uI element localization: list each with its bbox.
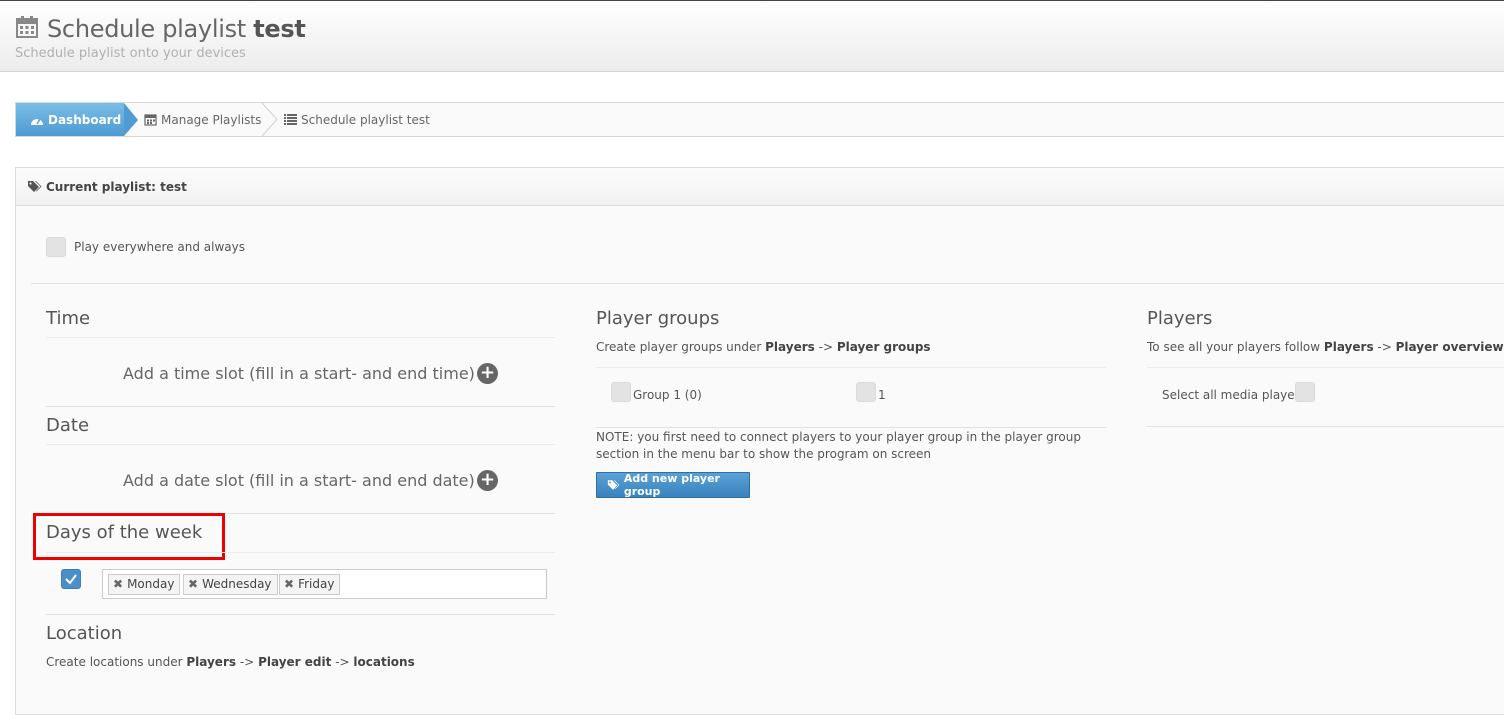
breadcrumb-schedule-playlist[interactable]: Schedule playlist test bbox=[284, 103, 430, 136]
days-select-input[interactable]: ✖ Monday ✖ Wednesday ✖ Friday bbox=[102, 569, 547, 599]
panel-header: Current playlist: test bbox=[16, 168, 1504, 206]
day-tag-label: Monday bbox=[127, 577, 175, 591]
select-all-players-checkbox[interactable] bbox=[1295, 382, 1315, 402]
page-header: Schedule playlist test Schedule playlist… bbox=[0, 0, 1504, 72]
players-desc-path: Player overview bbox=[1395, 340, 1504, 354]
days-checkbox[interactable] bbox=[61, 569, 81, 589]
divider bbox=[46, 337, 555, 338]
add-player-group-label: Add new player group bbox=[623, 472, 720, 498]
breadcrumb: Dashboard Manage Playlists Schedule play… bbox=[15, 102, 1504, 137]
add-time-slot-label: Add a time slot (fill in a start- and en… bbox=[123, 364, 475, 383]
divider bbox=[46, 406, 555, 407]
player-groups-desc-path: Player groups bbox=[836, 340, 931, 354]
divider bbox=[31, 283, 1504, 284]
tags-icon bbox=[607, 480, 620, 490]
list-icon bbox=[284, 114, 297, 125]
select-all-players-label: Select all media players bbox=[1162, 388, 1306, 402]
plus-icon: + bbox=[479, 469, 496, 490]
breadcrumb-manage-playlists[interactable]: Manage Playlists bbox=[144, 103, 261, 136]
player-groups-desc-path: Players bbox=[765, 340, 815, 354]
breadcrumb-separator bbox=[261, 103, 278, 136]
panel-title: Current playlist: test bbox=[46, 179, 187, 194]
players-title: Players bbox=[1147, 308, 1213, 329]
divider bbox=[596, 367, 1106, 368]
play-everywhere-label: Play everywhere and always bbox=[74, 240, 246, 254]
location-desc-path: locations bbox=[353, 655, 415, 669]
page-title-prefix: Schedule playlist bbox=[47, 15, 246, 43]
check-icon bbox=[65, 574, 77, 585]
players-desc-arrow: -> bbox=[1377, 340, 1392, 354]
tags-icon bbox=[28, 181, 42, 192]
add-date-slot-label: Add a date slot (fill in a start- and en… bbox=[123, 471, 475, 490]
location-description: Create locations under Players -> Player… bbox=[46, 655, 415, 669]
location-desc-arrow: -> bbox=[239, 655, 255, 669]
breadcrumb-dashboard-label: Dashboard bbox=[48, 112, 122, 127]
divider bbox=[1147, 367, 1504, 368]
player-groups-description: Create player groups under Players -> Pl… bbox=[596, 340, 931, 354]
day-tag-monday[interactable]: ✖ Monday bbox=[108, 574, 181, 595]
remove-icon[interactable]: ✖ bbox=[284, 577, 294, 591]
add-time-slot-button[interactable]: + bbox=[477, 363, 498, 384]
divider bbox=[46, 552, 555, 553]
remove-icon[interactable]: ✖ bbox=[188, 577, 198, 591]
dashboard-icon bbox=[31, 118, 43, 125]
player-groups-title: Player groups bbox=[596, 308, 720, 329]
day-tag-label: Friday bbox=[298, 577, 335, 591]
time-title: Time bbox=[46, 308, 91, 329]
divider bbox=[46, 614, 555, 615]
location-desc-path: Players bbox=[186, 655, 237, 669]
page-title: Schedule playlist test bbox=[47, 15, 306, 43]
page-title-name: test bbox=[253, 15, 306, 43]
day-tag-wednesday[interactable]: ✖ Wednesday bbox=[183, 574, 278, 595]
divider bbox=[1147, 426, 1504, 427]
date-title: Date bbox=[46, 415, 90, 436]
group-label: Group 1 (0) bbox=[633, 388, 702, 402]
group-checkbox[interactable] bbox=[856, 382, 876, 402]
location-desc-arrow: -> bbox=[335, 655, 350, 669]
add-player-group-button[interactable]: Add new player group bbox=[596, 472, 750, 498]
divider bbox=[596, 427, 1106, 428]
location-desc-path: Player edit bbox=[258, 655, 332, 669]
breadcrumb-dashboard[interactable]: Dashboard bbox=[16, 103, 138, 136]
breadcrumb-manage-playlists-label: Manage Playlists bbox=[161, 112, 262, 127]
divider bbox=[46, 444, 555, 445]
players-desc-path: Players bbox=[1323, 340, 1374, 354]
play-everywhere-checkbox[interactable] bbox=[46, 237, 66, 257]
group-label: 1 bbox=[878, 388, 886, 402]
location-title: Location bbox=[46, 623, 123, 644]
page-subtitle: Schedule playlist onto your devices bbox=[15, 46, 246, 61]
calendar-icon bbox=[144, 114, 157, 126]
day-tag-friday[interactable]: ✖ Friday bbox=[279, 574, 341, 595]
add-date-slot-button[interactable]: + bbox=[477, 470, 498, 491]
breadcrumb-schedule-playlist-label: Schedule playlist test bbox=[301, 112, 430, 127]
players-description: To see all your players follow Players -… bbox=[1147, 340, 1504, 354]
players-desc-prefix: To see all your players follow bbox=[1147, 340, 1321, 354]
location-desc-prefix: Create locations under bbox=[46, 655, 183, 669]
remove-icon[interactable]: ✖ bbox=[113, 577, 123, 591]
calendar-icon bbox=[16, 16, 38, 38]
day-tag-label: Wednesday bbox=[202, 577, 272, 591]
player-groups-note: NOTE: you first need to connect players … bbox=[596, 430, 1081, 461]
plus-icon: + bbox=[479, 362, 496, 383]
group-checkbox[interactable] bbox=[611, 382, 631, 402]
player-groups-desc-prefix: Create player groups under bbox=[596, 340, 762, 354]
player-groups-desc-arrow: -> bbox=[818, 340, 834, 354]
